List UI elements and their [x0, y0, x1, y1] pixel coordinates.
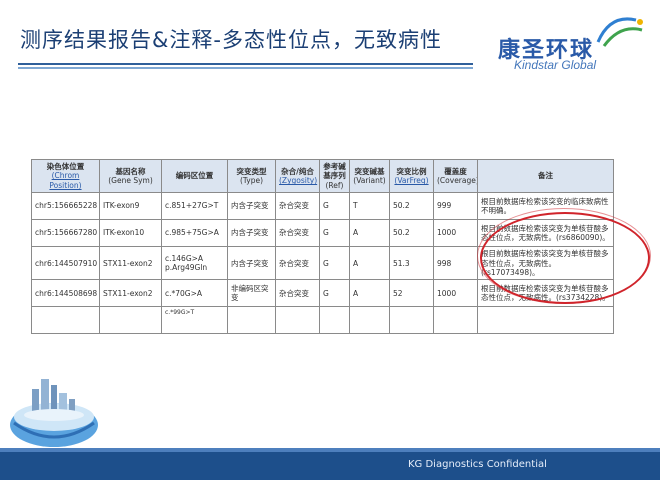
table-cell: 内含子突变	[227, 219, 276, 248]
table-cell: A	[349, 219, 390, 248]
table-cell: 998	[433, 246, 478, 281]
table-row-partial: c.*99G>T	[31, 306, 614, 335]
table-cell: T	[349, 192, 390, 221]
table-cell	[275, 306, 320, 335]
table-cell	[389, 306, 434, 335]
company-logo: 康圣环球 Kindstar Global	[490, 12, 655, 72]
table-cell: 非编码区突变	[227, 279, 276, 308]
header-label-cn: 参考碱基序列	[323, 162, 346, 181]
header-label-cn: 备注	[538, 171, 553, 181]
table-header-cell: 染色体位置 (Chrom Position)	[31, 158, 100, 194]
footer-text: KG Diagnostics Confidential	[408, 459, 547, 470]
table-cell: 杂合突变	[275, 279, 320, 308]
table-cell: 999	[433, 192, 478, 221]
header-label-cn: 覆盖度	[444, 166, 467, 176]
header-label-cn: 突变类型	[236, 166, 267, 176]
table-cell: 50.2	[389, 219, 434, 248]
table-cell: A	[349, 246, 390, 281]
table-cell	[433, 306, 478, 335]
table-header-row: 染色体位置 (Chrom Position) 基因名称 (Gene Sym) 编码区位置…	[31, 158, 614, 194]
header-label-en: (Zygosity)	[279, 176, 318, 186]
table-cell: ITK-exon9	[99, 192, 162, 221]
table-cell: c.985+75G>A	[161, 219, 228, 248]
header-label-cn: 染色体位置	[46, 162, 85, 171]
table-header-cell: 突变类型 (Type)	[227, 158, 276, 194]
logo-swirl-icon	[596, 17, 643, 47]
table-cell: c.*99G>T	[161, 306, 228, 335]
table-cell: A	[349, 279, 390, 308]
table-cell	[319, 306, 350, 335]
header-label-en: (Ref)	[325, 180, 344, 190]
header-label-cn: 突变碱基	[354, 166, 385, 176]
table-cell: 51.3	[389, 246, 434, 281]
table-cell: STX11-exon2	[99, 246, 162, 281]
table-header-cell: 基因名称 (Gene Sym)	[99, 158, 162, 194]
table-header-cell: 杂合/纯合 (Zygosity)	[275, 158, 320, 194]
table-cell: 1000	[433, 219, 478, 248]
table-header-cell: 突变比例 (VarFreq)	[389, 158, 434, 194]
header-label-cn: 编码区位置	[175, 171, 214, 181]
header-label-en: (Chrom Position)	[49, 171, 82, 190]
header-label-en: (Type)	[239, 176, 264, 186]
table-cell: 杂合突变	[275, 192, 320, 221]
table-cell: 1000	[433, 279, 478, 308]
table-cell: 50.2	[389, 192, 434, 221]
table-header-cell: 参考碱基序列 (Ref)	[319, 158, 350, 194]
table-cell: c.146G>A p.Arg49Gln	[161, 246, 228, 281]
table-header-cell: 突变碱基 (Variant)	[349, 158, 390, 194]
table-cell: chr5:156665228	[31, 192, 100, 221]
table-cell	[349, 306, 390, 335]
highlight-circle	[480, 212, 650, 304]
table-cell: 杂合突变	[275, 219, 320, 248]
table-cell: STX11-exon2	[99, 279, 162, 308]
table-cell: c.*70G>A	[161, 279, 228, 308]
table-cell: 内含子突变	[227, 246, 276, 281]
table-cell: chr6:144507910	[31, 246, 100, 281]
header-label-en: (Variant)	[353, 176, 386, 186]
title-rule-light	[18, 67, 473, 69]
slide: 测序结果报告&注释-多态性位点，无致病性 康圣环球 Kindstar Globa…	[0, 0, 660, 480]
table-header-cell: 备注	[477, 158, 614, 194]
table-header-cell: 覆盖度 (Coverage)	[433, 158, 478, 194]
table-cell: 杂合突变	[275, 246, 320, 281]
table-cell: G	[319, 192, 350, 221]
header-label-cn: 突变比例	[396, 166, 427, 176]
city-globe-icon	[10, 379, 98, 447]
footer-band	[0, 452, 660, 480]
table-cell: G	[319, 219, 350, 248]
table-cell	[99, 306, 162, 335]
logo-english-name: Kindstar Global	[514, 58, 597, 72]
title-rule	[18, 63, 473, 65]
header-label-en: (Coverage)	[437, 176, 478, 186]
header-label-en: (VarFreq)	[394, 176, 429, 186]
header-label-en: (Gene Sym)	[108, 176, 153, 186]
table-cell: chr6:144508698	[31, 279, 100, 308]
table-cell: c.851+27G>T	[161, 192, 228, 221]
table-cell: G	[319, 246, 350, 281]
header-label-cn: 基因名称	[115, 166, 146, 176]
table-cell	[477, 306, 614, 335]
table-cell	[227, 306, 276, 335]
table-cell: G	[319, 279, 350, 308]
table-cell: ITK-exon10	[99, 219, 162, 248]
header-label-cn: 杂合/纯合	[281, 166, 314, 176]
table-cell: 52	[389, 279, 434, 308]
slide-title: 测序结果报告&注释-多态性位点，无致病性	[20, 28, 442, 52]
table-header-cell: 编码区位置	[161, 158, 228, 194]
table-cell: 内含子突变	[227, 192, 276, 221]
table-cell	[31, 306, 100, 335]
table-cell: chr5:156667280	[31, 219, 100, 248]
